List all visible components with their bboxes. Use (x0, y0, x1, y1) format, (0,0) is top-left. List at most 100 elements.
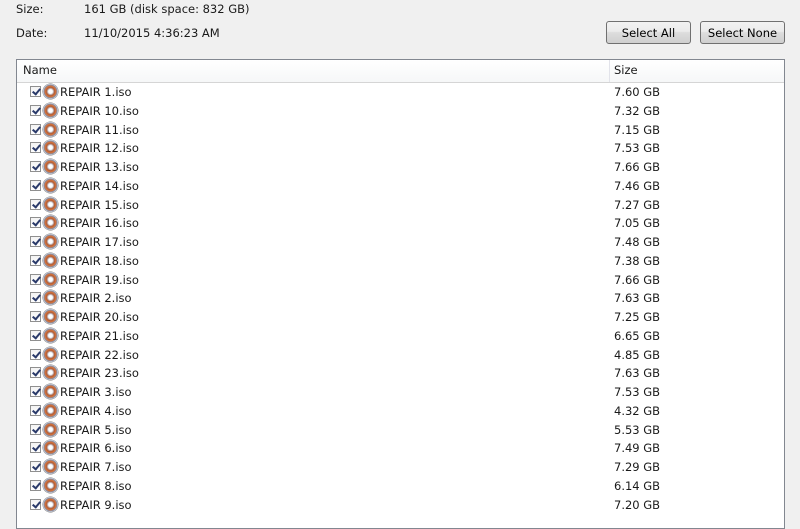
file-name: REPAIR 14.iso (60, 178, 139, 193)
list-item[interactable]: REPAIR 12.iso 7.53 GB (17, 139, 784, 158)
list-item[interactable]: REPAIR 17.iso 7.48 GB (17, 233, 784, 252)
file-name: REPAIR 15.iso (60, 197, 139, 212)
column-header-name[interactable]: Name (17, 60, 610, 82)
file-size: 5.53 GB (614, 422, 661, 437)
file-name: REPAIR 23.iso (60, 366, 139, 381)
checkbox-checked-icon[interactable] (30, 367, 41, 379)
list-item[interactable]: REPAIR 19.iso 7.66 GB (17, 271, 784, 290)
checkbox-checked-icon[interactable] (30, 104, 41, 116)
checkbox-checked-icon[interactable] (30, 273, 41, 285)
file-name: REPAIR 8.iso (60, 478, 132, 493)
checkbox-checked-icon[interactable] (30, 142, 41, 154)
checkbox-checked-icon[interactable] (30, 123, 41, 135)
list-item[interactable]: REPAIR 20.iso 7.25 GB (17, 308, 784, 327)
checkbox-checked-icon[interactable] (30, 161, 41, 172)
file-name: REPAIR 7.iso (60, 460, 132, 474)
checkbox-checked-icon[interactable] (30, 329, 41, 341)
list-item[interactable]: REPAIR 1.iso 7.60 GB (17, 83, 784, 102)
disc-image-icon (43, 459, 58, 474)
list-item[interactable]: REPAIR 16.iso 7.05 GB (17, 214, 784, 233)
checkbox-checked-icon[interactable] (30, 292, 41, 304)
file-name: REPAIR 6.iso (60, 441, 132, 456)
disc-image-icon (43, 177, 58, 193)
disc-image-icon (43, 402, 58, 418)
disc-image-icon (43, 384, 58, 399)
file-size: 7.25 GB (614, 310, 661, 324)
file-name: REPAIR 9.iso (60, 497, 132, 512)
list-item[interactable]: REPAIR 23.iso 7.63 GB (17, 364, 784, 383)
checkbox-checked-icon[interactable] (30, 311, 41, 322)
list-item[interactable]: REPAIR 15.iso 7.27 GB (17, 196, 784, 215)
checkbox-checked-icon[interactable] (30, 236, 41, 247)
disc-image-icon (43, 440, 58, 456)
select-all-button[interactable]: Select All (606, 21, 691, 44)
disc-image-icon (43, 140, 58, 156)
list-item[interactable]: REPAIR 10.iso 7.32 GB (17, 102, 784, 121)
checkbox-checked-icon[interactable] (30, 254, 41, 266)
list-item[interactable]: REPAIR 21.iso 6.65 GB (17, 327, 784, 346)
disc-image-icon (43, 121, 58, 137)
checkbox-checked-icon[interactable] (30, 461, 41, 472)
checkbox-checked-icon[interactable] (30, 179, 41, 191)
list-item[interactable]: REPAIR 22.iso 4.85 GB (17, 346, 784, 365)
file-size: 7.29 GB (614, 460, 661, 474)
file-size: 7.49 GB (614, 441, 661, 456)
file-name: REPAIR 5.iso (60, 422, 132, 437)
file-name: REPAIR 2.iso (60, 291, 132, 306)
disc-image-icon (43, 290, 58, 306)
list-item[interactable]: REPAIR 8.iso 6.14 GB (17, 477, 784, 496)
file-size: 7.46 GB (614, 178, 661, 193)
file-name: REPAIR 20.iso (60, 310, 139, 324)
file-name: REPAIR 3.iso (60, 385, 132, 399)
disc-image-icon (43, 102, 58, 118)
list-item[interactable]: REPAIR 3.iso 7.53 GB (17, 383, 784, 402)
list-item[interactable]: REPAIR 4.iso 4.32 GB (17, 402, 784, 421)
list-item[interactable]: REPAIR 14.iso 7.46 GB (17, 177, 784, 196)
file-list[interactable]: Name Size REPAIR 1.iso 7.60 GB REPAIR 10.i… (16, 59, 785, 529)
disc-image-icon (43, 309, 58, 324)
disc-image-icon (43, 421, 58, 437)
date-label: Date: (16, 26, 48, 40)
checkbox-checked-icon[interactable] (30, 442, 41, 454)
file-name: REPAIR 11.iso (60, 122, 139, 137)
checkbox-checked-icon[interactable] (30, 423, 41, 435)
list-item[interactable]: REPAIR 7.iso 7.29 GB (17, 458, 784, 477)
disc-image-icon (43, 496, 58, 512)
disc-image-icon (43, 215, 58, 231)
column-header-size[interactable]: Size (610, 60, 784, 82)
checkbox-checked-icon[interactable] (30, 479, 41, 491)
list-item[interactable]: REPAIR 11.iso 7.15 GB (17, 121, 784, 140)
file-size: 7.63 GB (614, 366, 661, 381)
file-size: 4.32 GB (614, 403, 661, 418)
disc-image-icon (43, 346, 58, 362)
list-header: Name Size (17, 60, 784, 83)
file-name: REPAIR 10.iso (60, 103, 139, 118)
checkbox-checked-icon[interactable] (30, 348, 41, 360)
checkbox-checked-icon[interactable] (30, 217, 41, 229)
list-item[interactable]: REPAIR 13.iso 7.66 GB (17, 158, 784, 177)
list-item[interactable]: REPAIR 9.iso 7.20 GB (17, 496, 784, 515)
file-size: 7.53 GB (614, 141, 661, 156)
disc-image-icon (43, 196, 58, 212)
checkbox-checked-icon[interactable] (30, 386, 41, 397)
file-name: REPAIR 1.iso (60, 85, 132, 99)
file-size: 6.65 GB (614, 328, 661, 343)
file-size: 6.14 GB (614, 478, 661, 493)
file-name: REPAIR 21.iso (60, 328, 139, 343)
list-item[interactable]: REPAIR 18.iso 7.38 GB (17, 252, 784, 271)
file-name: REPAIR 18.iso (60, 253, 139, 268)
list-item[interactable]: REPAIR 6.iso 7.49 GB (17, 439, 784, 458)
list-item[interactable]: REPAIR 5.iso 5.53 GB (17, 421, 784, 440)
disc-image-icon (43, 159, 58, 174)
file-name: REPAIR 13.iso (60, 160, 139, 174)
file-size: 7.27 GB (614, 197, 661, 212)
select-none-button[interactable]: Select None (700, 21, 785, 44)
checkbox-checked-icon[interactable] (30, 404, 41, 416)
file-name: REPAIR 4.iso (60, 403, 132, 418)
checkbox-checked-icon[interactable] (30, 86, 41, 97)
file-size: 4.85 GB (614, 347, 661, 362)
list-item[interactable]: REPAIR 2.iso 7.63 GB (17, 289, 784, 308)
checkbox-checked-icon[interactable] (30, 198, 41, 210)
checkbox-checked-icon[interactable] (30, 498, 41, 510)
file-name: REPAIR 17.iso (60, 235, 139, 249)
